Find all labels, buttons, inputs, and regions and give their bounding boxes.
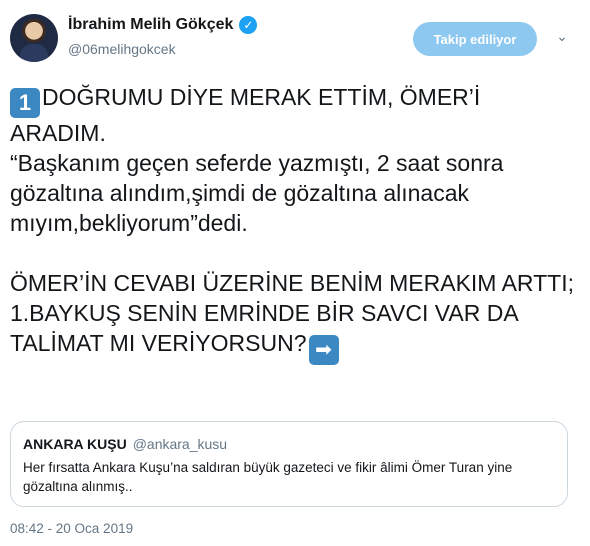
quoted-tweet-text: Her fırsatta Ankara Kuşu’na saldıran büy… xyxy=(23,460,513,494)
quoted-tweet-card[interactable]: ANKARA KUŞU @ankara_kusu Her fırsatta An… xyxy=(10,421,568,507)
tweet-header: İbrahim Melih Gökçek ✓ @06melihgokcek Ta… xyxy=(10,12,580,64)
tweet-body: 1 DOĞRUMU DİYE MERAK ETTİM, ÖMER’İ ARADIM… xyxy=(10,82,580,365)
tweet-paragraph-2: ÖMER’İN CEVABI ÜZERİNE BENİM MERAKIM ART… xyxy=(10,270,574,296)
avatar[interactable] xyxy=(10,14,58,62)
author-name-row: İbrahim Melih Gökçek ✓ xyxy=(68,16,258,34)
quoted-tweet-header: ANKARA KUŞU @ankara_kusu xyxy=(23,436,555,452)
following-button[interactable]: Takip ediliyor xyxy=(413,22,537,56)
tweet-quote-line: “Başkanım geçen seferde yazmıştı, 2 saat… xyxy=(10,150,504,236)
verified-badge-icon: ✓ xyxy=(239,16,258,34)
tweet-timestamp[interactable]: 08:42 - 20 Oca 2019 xyxy=(10,521,133,536)
right-arrow-icon: ➡ xyxy=(308,335,339,365)
tweet-line-1: DOĞRUMU DİYE MERAK ETTİM, ÖMER’İ ARADIM. xyxy=(10,84,481,146)
chevron-down-icon[interactable]: ⌄ xyxy=(554,28,570,44)
quoted-author-name: ANKARA KUŞU xyxy=(23,436,127,452)
keycap-one-emoji: 1 xyxy=(10,88,40,118)
author-display-name[interactable]: İbrahim Melih Gökçek xyxy=(68,16,233,34)
author-handle[interactable]: @06melihgokcek xyxy=(68,41,176,57)
quoted-author-handle: @ankara_kusu xyxy=(132,436,228,452)
tweet-paragraph-3: 1.BAYKUŞ SENİN EMRİNDE BİR SAVCI VAR DA … xyxy=(10,300,518,356)
